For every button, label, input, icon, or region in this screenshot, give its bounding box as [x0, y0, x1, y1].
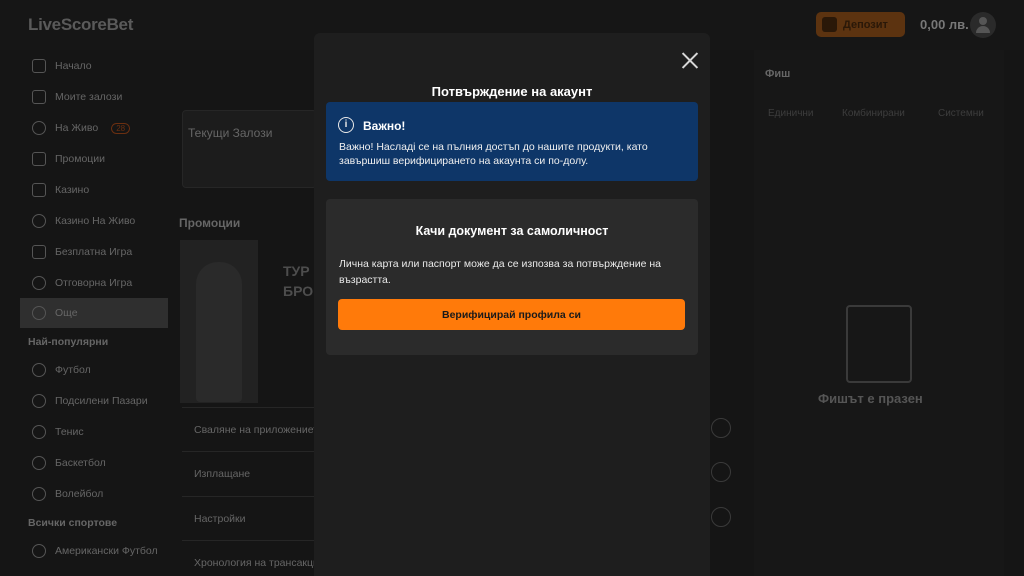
menu-row-settings[interactable]: Настройки	[182, 496, 317, 540]
wallet-icon	[822, 17, 837, 32]
betslip-title: Фиш	[765, 68, 791, 80]
info-title: Важно!	[363, 119, 406, 133]
upload-document-text: Лична карта или паспорт може да се изпоз…	[339, 258, 661, 286]
info-icon: i	[338, 117, 354, 133]
sidebar-item-tennis[interactable]: Тенис	[20, 417, 168, 447]
sidebar-item-volleyball[interactable]: Волейбол	[20, 479, 168, 509]
withdraw-icon[interactable]	[711, 462, 731, 482]
receipt-icon	[846, 305, 912, 383]
sidebar-item-american-football[interactable]: Американски Футбол	[20, 536, 168, 566]
shield-icon	[32, 276, 46, 290]
verify-profile-button[interactable]: Верифицирай профила си	[338, 299, 685, 330]
user-icon[interactable]	[970, 12, 996, 38]
sidebar-item-free-game[interactable]: Безплатна Игра	[20, 237, 168, 267]
current-bets-title: Текущи Залози	[188, 126, 273, 140]
sidebar: Начало Моите залози На Живо 28 Промоции К…	[20, 50, 168, 576]
close-icon[interactable]	[682, 52, 699, 69]
bets-icon	[32, 90, 46, 104]
live-icon	[32, 121, 46, 135]
menu-row-transaction-history[interactable]: Хронология на трансакциите	[182, 540, 317, 576]
betslip-empty-text: Фишът е празен	[818, 391, 923, 406]
tennis-icon	[32, 425, 46, 439]
sidebar-item-boosted-markets[interactable]: Подсилени Пазари	[20, 386, 168, 416]
sidebar-item-casino[interactable]: Казино	[20, 175, 168, 205]
upload-document-title: Качи документ за самоличност	[415, 224, 609, 238]
sidebar-item-promotions[interactable]: Промоции	[20, 144, 168, 174]
sidebar-item-football[interactable]: Футбол	[20, 355, 168, 385]
deposit-label: Депозит	[843, 18, 888, 31]
sidebar-item-live[interactable]: На Живо 28	[20, 113, 168, 143]
popular-heading: Най-популярни	[28, 336, 109, 348]
logo[interactable]: LiveScoreBet	[28, 15, 133, 35]
info-text: Важно! Насладі се на пълния достъп до на…	[339, 141, 648, 167]
betslip-tab-singles[interactable]: Единични	[768, 108, 814, 119]
free-game-icon	[32, 245, 46, 259]
betslip-tab-combos[interactable]: Комбинирани	[842, 108, 905, 119]
menu-row-withdraw[interactable]: Изплащане	[182, 451, 317, 495]
sidebar-item-home[interactable]: Начало	[20, 51, 168, 81]
current-bets-card[interactable]	[182, 110, 317, 188]
menu-row-download-app[interactable]: Сваляне на приложението	[182, 407, 317, 451]
volleyball-icon	[32, 487, 46, 501]
live-count-badge: 28	[111, 122, 131, 134]
sidebar-item-responsible-gaming[interactable]: Отговорна Игра	[20, 268, 168, 298]
balance: 0,00 лв.	[920, 17, 969, 32]
casino-icon	[32, 183, 46, 197]
home-icon	[32, 59, 46, 73]
promo-headline-2: БРО	[283, 283, 314, 299]
sidebar-item-live-casino[interactable]: Казино На Живо	[20, 206, 168, 236]
modal-title: Потвърждение на акаунт	[431, 84, 593, 99]
promo-person-image	[196, 262, 242, 402]
basketball-icon	[32, 456, 46, 470]
sidebar-item-more[interactable]: Още	[20, 298, 168, 328]
more-icon	[32, 306, 46, 320]
football-icon	[32, 363, 46, 377]
betslip-tab-systems[interactable]: Системни	[938, 108, 984, 119]
live-casino-icon	[32, 214, 46, 228]
sidebar-item-basketball[interactable]: Баскетбол	[20, 448, 168, 478]
boost-icon	[32, 394, 46, 408]
sidebar-item-my-bets[interactable]: Моите залози	[20, 82, 168, 112]
download-icon[interactable]	[711, 418, 731, 438]
promotions-title: Промоции	[179, 216, 241, 230]
deposit-button[interactable]: Депозит	[816, 12, 905, 37]
settings-icon[interactable]	[711, 507, 731, 527]
all-sports-heading: Всички спортове	[28, 517, 118, 529]
american-football-icon	[32, 544, 46, 558]
tag-icon	[32, 152, 46, 166]
promo-headline-1: ТУР	[283, 263, 310, 279]
